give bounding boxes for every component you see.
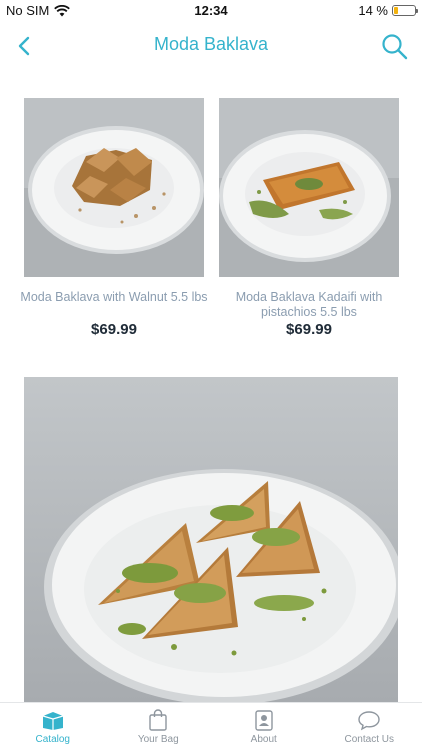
tab-bar: Catalog Your Bag About Contact Us <box>0 702 422 750</box>
status-bar: No SIM 12:34 14 % <box>0 0 422 22</box>
product-image[interactable] <box>219 98 399 277</box>
tab-label: Contact Us <box>344 734 394 745</box>
bag-icon <box>149 709 167 731</box>
search-icon <box>382 34 408 60</box>
tab-about[interactable]: About <box>211 703 317 750</box>
search-button[interactable] <box>380 32 410 62</box>
catalog-icon <box>42 712 63 730</box>
tab-label: Your Bag <box>137 734 179 745</box>
product-name[interactable]: Moda Baklava Kadaifi with pistachios 5.5… <box>209 290 409 320</box>
borek-photo <box>24 377 398 702</box>
product-name[interactable]: Moda Baklava with Walnut 5.5 lbs <box>14 290 214 305</box>
tab-label: Catalog <box>35 734 70 745</box>
chat-icon <box>358 711 380 731</box>
page-title: Moda Baklava <box>153 34 269 54</box>
about-icon <box>255 710 273 731</box>
status-right: 14 % <box>358 3 418 18</box>
battery-percent: 14 % <box>358 3 388 18</box>
tab-catalog[interactable]: Catalog <box>0 703 106 750</box>
tab-contact-us[interactable]: Contact Us <box>317 703 422 750</box>
tab-your-bag[interactable]: Your Bag <box>106 703 212 750</box>
product-price: $69.99 <box>91 321 137 338</box>
tab-label: About <box>250 734 277 745</box>
product-image[interactable] <box>24 98 204 277</box>
product-price: $69.99 <box>286 321 332 338</box>
battery-icon <box>392 5 418 16</box>
nav-bar: Moda Baklava <box>0 24 422 70</box>
product-image-large[interactable] <box>24 377 398 702</box>
